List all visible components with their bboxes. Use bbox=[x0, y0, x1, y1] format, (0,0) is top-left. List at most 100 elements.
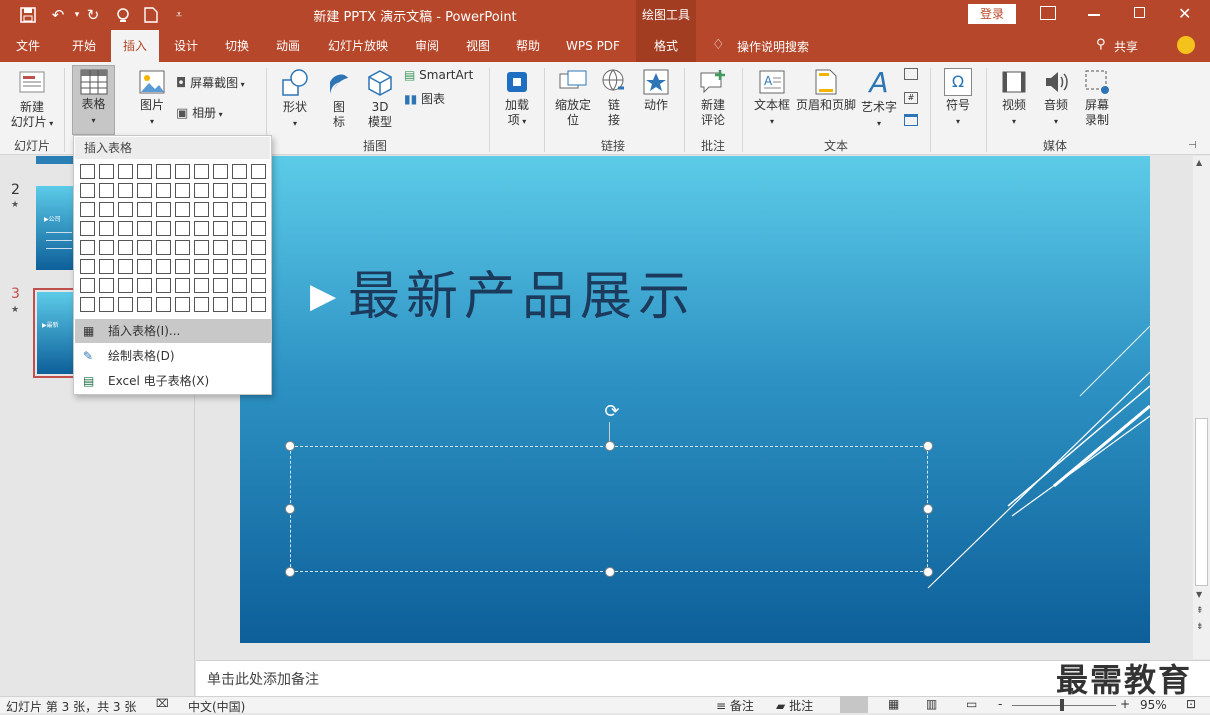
resize-handle[interactable] bbox=[605, 567, 615, 577]
slide-sorter-icon[interactable]: ▦ bbox=[888, 697, 899, 711]
table-grid-cell[interactable] bbox=[137, 164, 152, 179]
spellcheck-icon[interactable]: ⌧ bbox=[156, 697, 169, 710]
table-grid-cell[interactable] bbox=[137, 259, 152, 274]
selected-textbox[interactable] bbox=[290, 446, 928, 572]
thumb-slide-1-partial[interactable] bbox=[36, 156, 76, 164]
table-grid-cell[interactable] bbox=[213, 183, 228, 198]
resize-handle[interactable] bbox=[285, 441, 295, 451]
table-grid-cell[interactable] bbox=[137, 221, 152, 236]
ribbon-display-options-icon[interactable] bbox=[1040, 6, 1056, 20]
excel-table-menu-item[interactable]: ▤ Excel 电子表格(X) bbox=[75, 369, 271, 393]
customize-quick-access-icon[interactable]: ⩡ bbox=[168, 5, 190, 25]
tab-home[interactable]: 开始 bbox=[62, 30, 106, 62]
table-grid-cell[interactable] bbox=[194, 297, 209, 312]
zoom-button[interactable]: 缩放定 位 bbox=[552, 68, 594, 128]
scrollbar-thumb[interactable] bbox=[1195, 418, 1208, 586]
table-grid-cell[interactable] bbox=[175, 297, 190, 312]
video-button[interactable]: 视频 ▾ bbox=[994, 68, 1034, 129]
table-grid-cell[interactable] bbox=[251, 240, 266, 255]
table-grid-cell[interactable] bbox=[213, 202, 228, 217]
zoom-in-button[interactable]: + bbox=[1120, 697, 1130, 711]
table-grid-cell[interactable] bbox=[137, 297, 152, 312]
table-grid-cell[interactable] bbox=[80, 259, 95, 274]
table-grid-cell[interactable] bbox=[194, 202, 209, 217]
table-grid-cell[interactable] bbox=[99, 202, 114, 217]
tab-insert[interactable]: 插入 bbox=[111, 30, 159, 62]
table-grid-cell[interactable] bbox=[232, 297, 247, 312]
resize-handle[interactable] bbox=[923, 567, 933, 577]
share-button[interactable]: 共享 bbox=[1114, 38, 1138, 55]
table-grid-cell[interactable] bbox=[156, 221, 171, 236]
table-grid-cell[interactable] bbox=[251, 297, 266, 312]
table-grid-cell[interactable] bbox=[213, 164, 228, 179]
slide-title[interactable]: 最新产品展示 bbox=[348, 254, 696, 329]
table-grid-cell[interactable] bbox=[99, 164, 114, 179]
table-grid-cell[interactable] bbox=[80, 183, 95, 198]
table-grid-cell[interactable] bbox=[99, 221, 114, 236]
table-grid-cell[interactable] bbox=[118, 183, 133, 198]
table-grid-cell[interactable] bbox=[175, 240, 190, 255]
action-button[interactable]: 动作 bbox=[638, 68, 674, 113]
zoom-slider[interactable] bbox=[1012, 705, 1116, 706]
table-grid-cell[interactable] bbox=[156, 259, 171, 274]
shapes-button[interactable]: 形状 ▾ bbox=[276, 68, 314, 131]
table-grid-cell[interactable] bbox=[80, 221, 95, 236]
table-grid-cell[interactable] bbox=[118, 240, 133, 255]
present-from-start-icon[interactable] bbox=[112, 5, 134, 25]
table-grid-cell[interactable] bbox=[194, 240, 209, 255]
tab-format[interactable]: 格式 bbox=[636, 30, 696, 62]
audio-button[interactable]: 音频 ▾ bbox=[1036, 68, 1076, 129]
thumb-slide-2[interactable]: ▶公司 bbox=[36, 186, 76, 270]
table-grid-cell[interactable] bbox=[175, 164, 190, 179]
notes-placeholder[interactable]: 单击此处添加备注 bbox=[207, 669, 319, 689]
image-button[interactable]: 图片 ▾ bbox=[132, 68, 172, 129]
maximize-icon[interactable] bbox=[1134, 7, 1145, 18]
resize-handle[interactable] bbox=[605, 441, 615, 451]
rotate-handle-icon[interactable]: ⟳ bbox=[603, 403, 621, 421]
comments-toggle-button[interactable]: ▰ 批注 bbox=[776, 697, 813, 714]
table-grid-cell[interactable] bbox=[156, 183, 171, 198]
table-grid-cell[interactable] bbox=[80, 297, 95, 312]
table-grid-cell[interactable] bbox=[80, 278, 95, 293]
textbox-button[interactable]: A 文本框 ▾ bbox=[750, 68, 794, 129]
table-grid-cell[interactable] bbox=[99, 240, 114, 255]
tab-review[interactable]: 审阅 bbox=[405, 30, 449, 62]
screen-recording-button[interactable]: 屏幕 录制 bbox=[1078, 68, 1116, 128]
tab-animations[interactable]: 动画 bbox=[266, 30, 310, 62]
tab-transitions[interactable]: 切换 bbox=[215, 30, 259, 62]
table-grid-cell[interactable] bbox=[213, 259, 228, 274]
tab-slideshow[interactable]: 幻灯片放映 bbox=[320, 30, 396, 62]
tell-me-search[interactable]: 操作说明搜索 bbox=[737, 38, 809, 55]
table-grid-cell[interactable] bbox=[194, 259, 209, 274]
table-grid-cell[interactable] bbox=[232, 278, 247, 293]
table-grid-cell[interactable] bbox=[118, 278, 133, 293]
table-grid-cell[interactable] bbox=[232, 221, 247, 236]
object-button[interactable] bbox=[902, 114, 920, 126]
resize-handle[interactable] bbox=[923, 504, 933, 514]
table-grid-cell[interactable] bbox=[175, 202, 190, 217]
tab-file[interactable]: 文件 bbox=[8, 30, 48, 62]
album-button[interactable]: ▣ 相册 ▾ bbox=[176, 106, 246, 122]
table-grid-cell[interactable] bbox=[251, 202, 266, 217]
table-grid-cell[interactable] bbox=[251, 221, 266, 236]
table-grid-cell[interactable] bbox=[156, 202, 171, 217]
table-grid-cell[interactable] bbox=[80, 240, 95, 255]
table-grid-cell[interactable] bbox=[194, 221, 209, 236]
table-grid-cell[interactable] bbox=[251, 259, 266, 274]
scroll-down-icon[interactable]: ▼ bbox=[1196, 590, 1202, 599]
table-grid-cell[interactable] bbox=[175, 221, 190, 236]
table-grid-cell[interactable] bbox=[137, 202, 152, 217]
login-button[interactable]: 登录 bbox=[968, 4, 1016, 24]
table-grid-cell[interactable] bbox=[137, 183, 152, 198]
pin-ribbon-icon[interactable]: ⊣ bbox=[1188, 140, 1197, 151]
table-grid-cell[interactable] bbox=[251, 183, 266, 198]
icons-button[interactable]: 图 标 bbox=[322, 68, 356, 130]
table-grid-cell[interactable] bbox=[175, 278, 190, 293]
table-grid-cell[interactable] bbox=[99, 278, 114, 293]
table-button[interactable]: 表格 ▾ bbox=[72, 65, 115, 135]
vertical-scrollbar[interactable]: ▲ ▼ ⇞ ⇟ bbox=[1193, 156, 1210, 659]
symbol-button[interactable]: Ω 符号 ▾ bbox=[938, 68, 978, 129]
table-grid-cell[interactable] bbox=[213, 221, 228, 236]
table-grid-cell[interactable] bbox=[99, 183, 114, 198]
new-slide-button[interactable]: 新建 幻灯片 ▾ bbox=[6, 68, 58, 131]
